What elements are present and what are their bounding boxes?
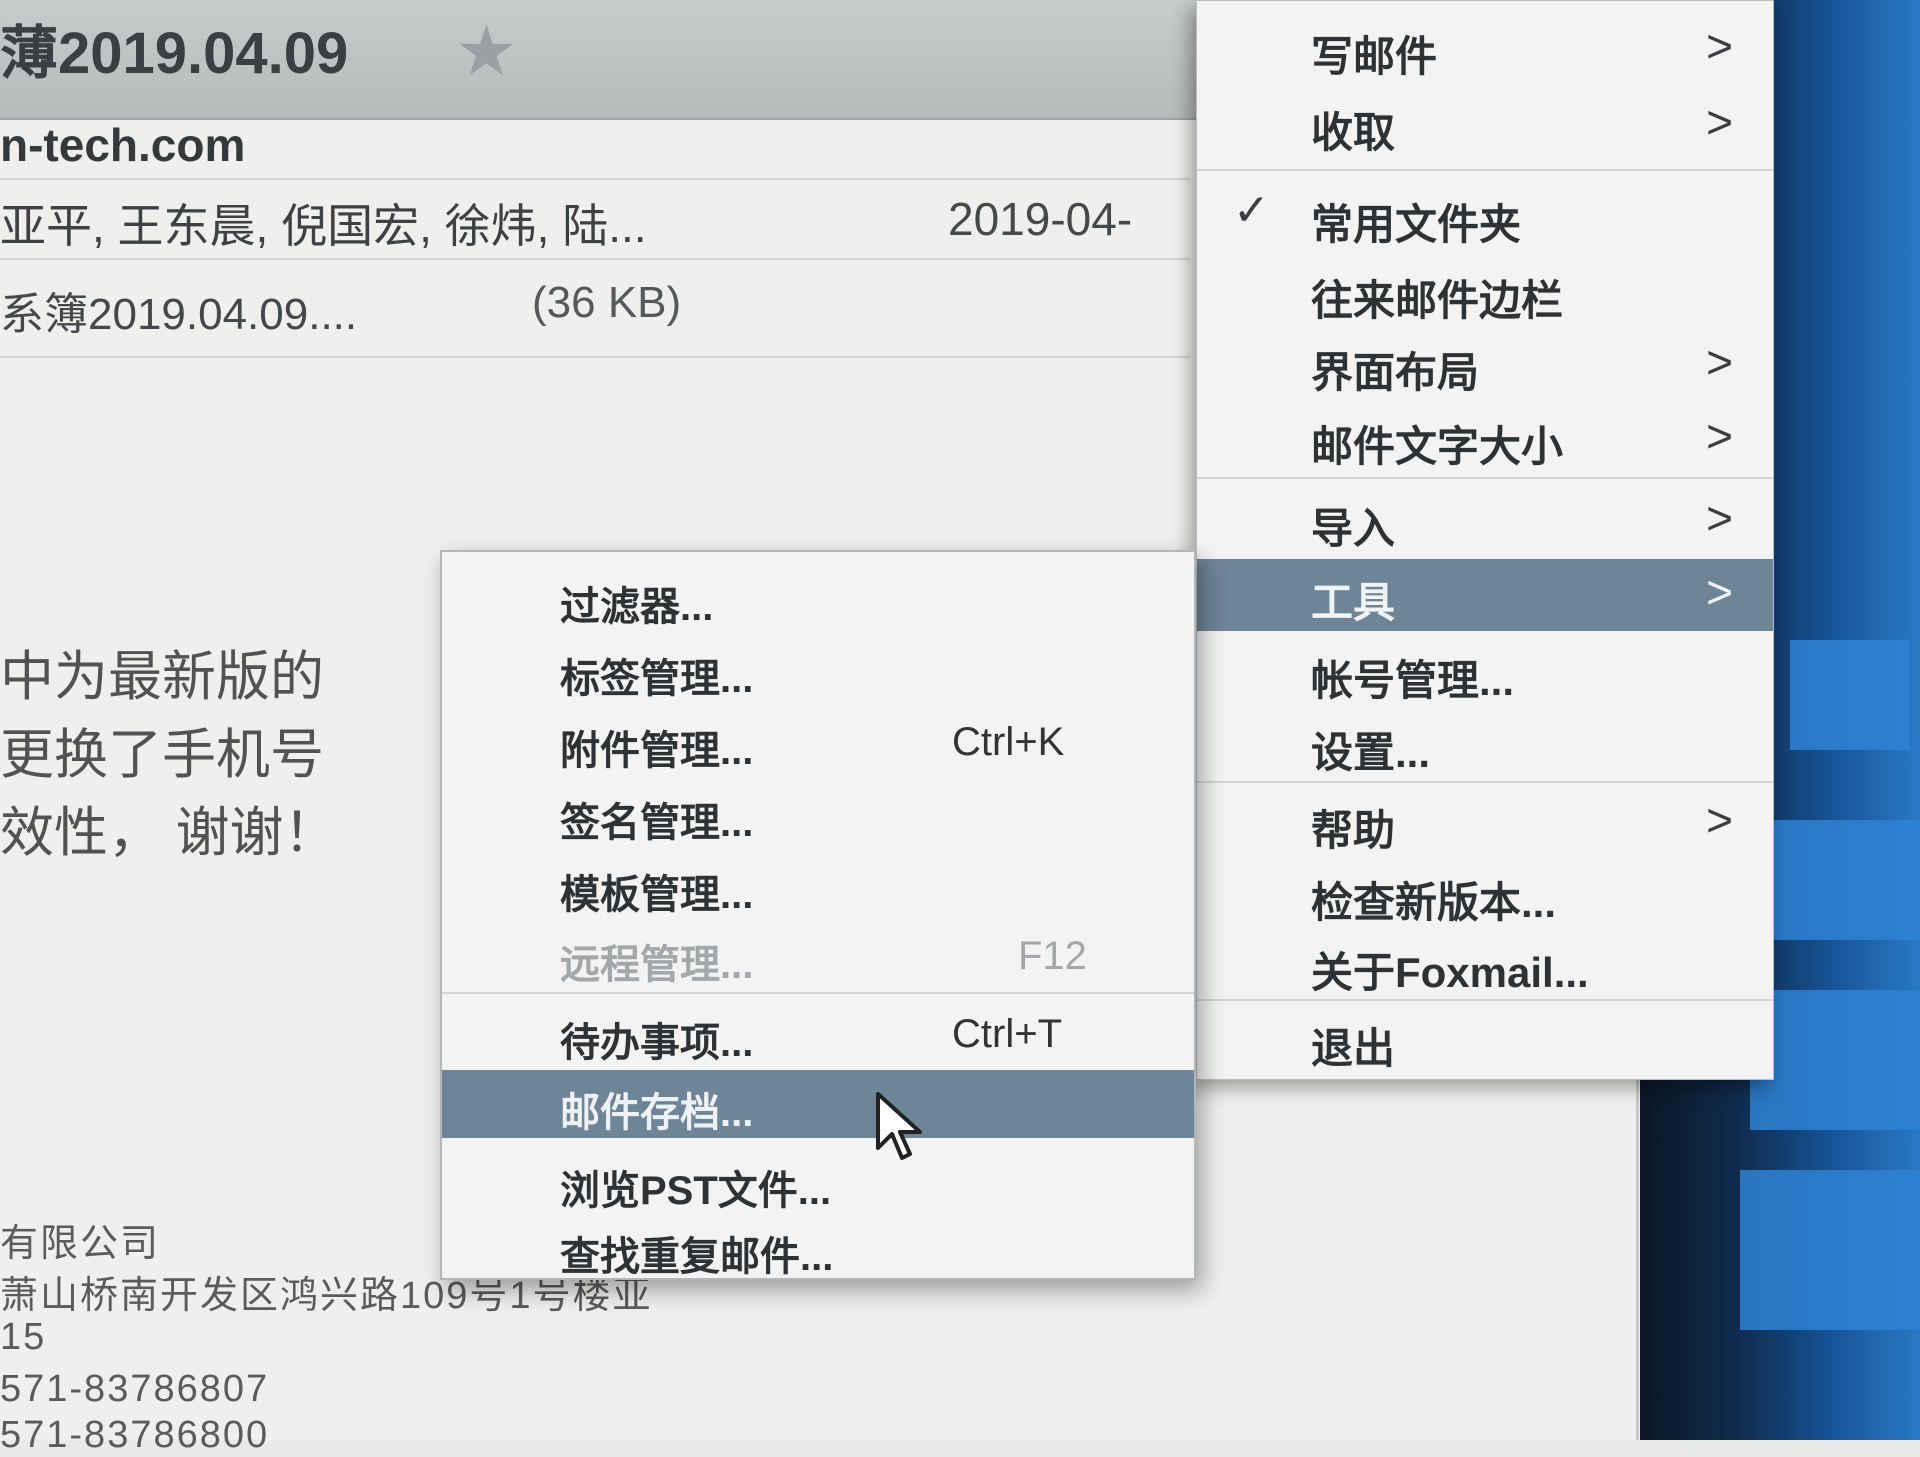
menu-item-label: 导入	[1311, 505, 1396, 552]
mouse-cursor-icon	[876, 1092, 922, 1160]
sender-row: n-tech.com	[0, 118, 1190, 180]
menu-item-label: 检查新版本...	[1311, 879, 1557, 926]
menu-item-label: 关于Foxmail...	[1311, 949, 1589, 996]
menu-item-label: 常用文件夹	[1311, 201, 1522, 248]
menu-item-remote-management: 远程管理... F12	[442, 922, 1194, 988]
mail-subject: 薄2019.04.09	[0, 21, 349, 86]
menu-item-label: 界面布局	[1311, 349, 1480, 396]
menu-item-label: 标签管理...	[560, 657, 754, 701]
signature-line: 571-83786800	[0, 1414, 270, 1456]
menu-item-tag-management[interactable]: 标签管理...	[442, 636, 1194, 702]
mail-sender[interactable]: n-tech.com	[0, 118, 245, 172]
signature-line: 15	[0, 1316, 47, 1358]
chevron-right-icon: >	[1706, 336, 1733, 388]
menu-item-label: 邮件文字大小	[1311, 423, 1564, 470]
menu-item-browse-pst[interactable]: 浏览PST文件...	[442, 1148, 1194, 1214]
menu-item-label: 浏览PST文件...	[560, 1169, 832, 1213]
recipients-row: 亚平, 王东晨, 倪国宏, 徐炜, 陆... 2019-04-	[0, 180, 1190, 260]
menu-item-account-management[interactable]: 帐号管理...	[1197, 637, 1773, 705]
menu-item-mail-archive[interactable]: 邮件存档...	[442, 1070, 1194, 1138]
shortcut-label: F12	[1018, 934, 1087, 978]
chevron-right-icon: >	[1706, 566, 1733, 618]
menu-item-label: 往来邮件边栏	[1311, 277, 1564, 324]
shortcut-label: Ctrl+K	[952, 720, 1065, 764]
attachment-name[interactable]: 系簿2019.04.09....	[0, 278, 357, 342]
body-line: 效性， 谢谢！	[0, 803, 338, 863]
main-menu: 写邮件 > 收取 > ✓ 常用文件夹 往来邮件边栏 界面布局 > 邮件文字大小 …	[1196, 0, 1774, 1080]
menu-item-template-management[interactable]: 模板管理...	[442, 852, 1194, 918]
chevron-right-icon: >	[1706, 20, 1733, 72]
chevron-right-icon: >	[1706, 96, 1733, 148]
chevron-right-icon: >	[1706, 794, 1733, 846]
desktop-tile	[1750, 990, 1920, 1130]
body-line: 中为最新版的	[0, 647, 324, 707]
desktop-tile	[1760, 820, 1920, 940]
menu-item-label: 收取	[1311, 109, 1396, 156]
menu-item-label: 签名管理...	[560, 801, 754, 845]
menu-item-favorite-folders[interactable]: ✓ 常用文件夹	[1197, 181, 1773, 249]
menu-item-label: 远程管理...	[560, 943, 754, 987]
menu-item-label: 退出	[1311, 1025, 1396, 1072]
menu-item-help[interactable]: 帮助 >	[1197, 787, 1773, 855]
attachment-row[interactable]: 系簿2019.04.09.... (36 KB)	[0, 260, 1190, 358]
menu-item-label: 帮助	[1311, 807, 1396, 854]
menu-item-label: 工具	[1311, 579, 1396, 626]
menu-item-label: 过滤器...	[560, 585, 714, 629]
tools-submenu: 过滤器... 标签管理... 附件管理... Ctrl+K 签名管理... 模板…	[440, 550, 1196, 1280]
menu-item-text-size[interactable]: 邮件文字大小 >	[1197, 403, 1773, 471]
menu-item-mail-sidebar[interactable]: 往来邮件边栏	[1197, 257, 1773, 325]
menu-item-exit[interactable]: 退出	[1197, 1005, 1773, 1073]
menu-item-label: 写邮件	[1311, 33, 1438, 80]
mail-recipients[interactable]: 亚平, 王东晨, 倪国宏, 徐炜, 陆...	[0, 190, 647, 256]
mail-date: 2019-04-	[948, 193, 1133, 245]
menu-item-label: 附件管理...	[560, 729, 754, 773]
desktop-tile	[1790, 640, 1910, 750]
menu-separator	[442, 992, 1194, 994]
attachment-size: (36 KB)	[532, 278, 682, 327]
menu-item-attachment-management[interactable]: 附件管理... Ctrl+K	[442, 708, 1194, 774]
menu-item-receive[interactable]: 收取 >	[1197, 89, 1773, 157]
menu-separator	[1197, 999, 1773, 1001]
menu-item-find-duplicates[interactable]: 查找重复邮件...	[442, 1214, 1194, 1280]
signature-line: 571-83786807	[0, 1368, 270, 1410]
menu-item-label: 邮件存档...	[560, 1091, 754, 1135]
chevron-right-icon: >	[1706, 492, 1733, 544]
menu-separator	[1197, 169, 1773, 171]
menu-item-label: 帐号管理...	[1311, 657, 1515, 704]
menu-separator	[1197, 477, 1773, 479]
signature-line: 有限公司	[0, 1223, 161, 1265]
menu-item-filters[interactable]: 过滤器...	[442, 564, 1194, 630]
menu-item-settings[interactable]: 设置...	[1197, 709, 1773, 777]
star-icon[interactable]: ★	[455, 10, 518, 92]
menu-item-label: 查找重复邮件...	[560, 1235, 834, 1279]
menu-item-label: 待办事项...	[560, 1021, 754, 1065]
subject-bar: 薄2019.04.09 ★	[0, 0, 1200, 120]
menu-item-todo[interactable]: 待办事项... Ctrl+T	[442, 1000, 1194, 1066]
menu-item-tools[interactable]: 工具 >	[1197, 559, 1773, 631]
menu-item-layout[interactable]: 界面布局 >	[1197, 329, 1773, 397]
desktop-tile	[1740, 1170, 1920, 1330]
chevron-right-icon: >	[1706, 410, 1733, 462]
shortcut-label: Ctrl+T	[952, 1012, 1062, 1056]
menu-item-label: 设置...	[1311, 729, 1431, 776]
menu-item-label: 模板管理...	[560, 873, 754, 917]
menu-item-compose[interactable]: 写邮件 >	[1197, 13, 1773, 81]
menu-separator	[1197, 781, 1773, 783]
menu-item-about[interactable]: 关于Foxmail...	[1197, 929, 1773, 997]
menu-item-signature-management[interactable]: 签名管理...	[442, 780, 1194, 846]
menu-item-import[interactable]: 导入 >	[1197, 485, 1773, 553]
menu-item-check-update[interactable]: 检查新版本...	[1197, 859, 1773, 927]
body-line: 更换了手机号	[0, 725, 324, 785]
check-icon: ✓	[1233, 186, 1270, 235]
